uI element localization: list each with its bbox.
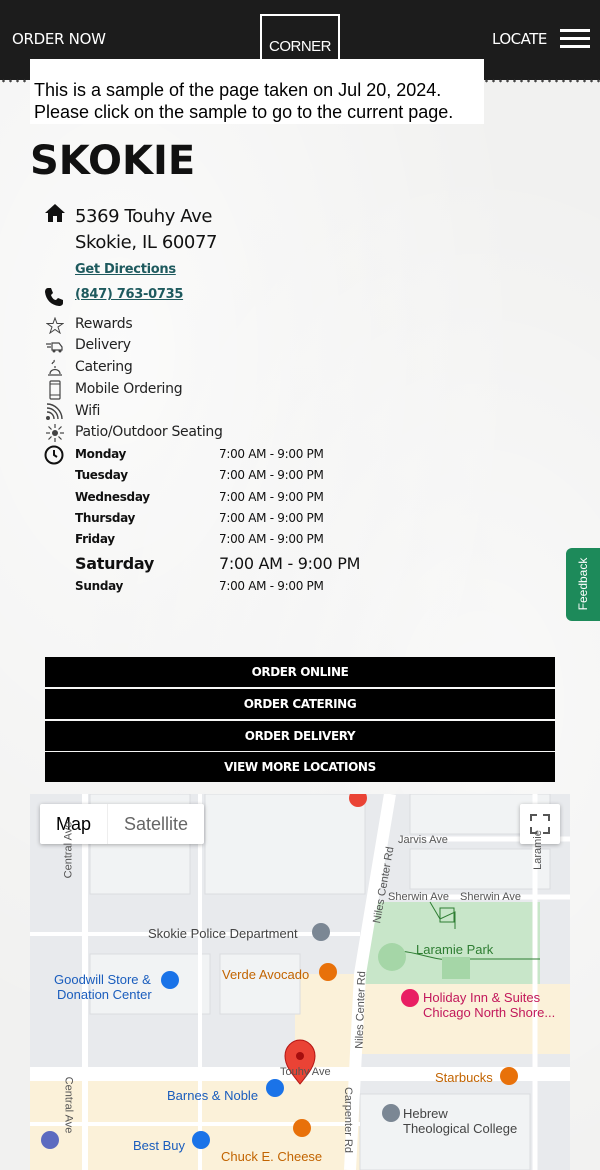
place-label: Starbucks xyxy=(435,1070,493,1085)
hours-time-monday: 7:00 AM - 9:00 PM xyxy=(219,447,324,461)
street-label: Jarvis Ave xyxy=(398,834,448,846)
hours-day-friday: Friday xyxy=(75,532,115,546)
place-label: Skokie Police Department xyxy=(148,926,298,941)
address-line-1: 5369 Touhy Ave xyxy=(75,206,213,227)
home-icon xyxy=(45,204,65,222)
place-label: Goodwill Store & xyxy=(54,972,151,987)
wifi-icon xyxy=(46,403,63,420)
order-delivery-button[interactable]: ORDER DELIVERY xyxy=(45,721,555,751)
hours-day-monday: Monday xyxy=(75,447,127,461)
clock-icon xyxy=(44,445,64,465)
place-label: Laramie Park xyxy=(416,942,494,957)
page-title: SKOKIE xyxy=(30,138,196,184)
notice-line-1: This is a sample of the page taken on Ju… xyxy=(34,80,442,100)
place-label: Verde Avocado xyxy=(222,967,310,982)
hours-day-wednesday: Wednesday xyxy=(75,490,150,504)
get-directions-link[interactable]: Get Directions xyxy=(75,262,176,277)
amenity-delivery: Delivery xyxy=(75,337,131,353)
phone-link[interactable]: (847) 763-0735 xyxy=(75,287,183,302)
street-label: Central Ave xyxy=(62,1076,75,1134)
order-catering-button[interactable]: ORDER CATERING xyxy=(45,689,555,719)
hours-day-sunday: Sunday xyxy=(75,579,124,593)
place-label: Chicago North Shore... xyxy=(423,1005,556,1020)
street-label: Touhy Ave xyxy=(280,1066,331,1078)
place-label: Chuck E. Cheese xyxy=(221,1149,323,1164)
amenity-catering: Catering xyxy=(75,359,133,375)
feedback-tab[interactable]: Feedback xyxy=(566,548,600,621)
hours-day-tuesday: Tuesday xyxy=(75,468,128,482)
satellite-tab[interactable]: Satellite xyxy=(107,804,204,844)
star-icon xyxy=(46,317,64,334)
street-label: Laramie xyxy=(531,830,544,870)
phone-icon xyxy=(45,288,63,306)
place-label: Donation Center xyxy=(57,987,152,1002)
hours-time-tuesday: 7:00 AM - 9:00 PM xyxy=(219,468,324,482)
amenity-patio: Patio/Outdoor Seating xyxy=(75,424,223,440)
place-label: Holiday Inn & Suites xyxy=(423,990,541,1005)
logo-text: CORNER xyxy=(268,38,332,55)
order-now-link[interactable]: ORDER NOW xyxy=(12,30,106,48)
place-label: Hebrew xyxy=(403,1106,448,1121)
locate-link[interactable]: LOCATE xyxy=(492,30,547,48)
catering-icon xyxy=(48,359,62,376)
sun-icon xyxy=(46,424,64,442)
feedback-label: Feedback xyxy=(576,557,590,611)
street-label: Sherwin Ave xyxy=(460,891,521,903)
mobile-icon xyxy=(49,380,61,400)
view-more-locations-button[interactable]: VIEW MORE LOCATIONS xyxy=(45,752,555,782)
hours-time-saturday: 7:00 AM - 9:00 PM xyxy=(219,554,361,573)
hours-day-saturday: Saturday xyxy=(75,554,155,573)
amenity-wifi: Wifi xyxy=(75,403,101,419)
hours-time-thursday: 7:00 AM - 9:00 PM xyxy=(219,511,324,525)
order-online-button[interactable]: ORDER ONLINE xyxy=(45,657,555,687)
place-label: Barnes & Noble xyxy=(167,1088,259,1103)
place-label: Theological College xyxy=(403,1121,518,1136)
street-label: Sherwin Ave xyxy=(388,891,449,903)
hours-time-friday: 7:00 AM - 9:00 PM xyxy=(219,532,324,546)
place-label: Best Buy xyxy=(133,1138,186,1153)
hours-time-wednesday: 7:00 AM - 9:00 PM xyxy=(219,490,324,504)
street-label: Central Ave xyxy=(62,821,75,879)
amenity-rewards: Rewards xyxy=(75,316,133,332)
location-map[interactable]: Map Satellite Jarvis Ave Sherwin Ave She… xyxy=(30,794,570,1170)
address-line-2: Skokie, IL 60077 xyxy=(75,232,218,253)
hamburger-menu-icon[interactable] xyxy=(560,29,590,49)
amenity-mobile-ordering: Mobile Ordering xyxy=(75,381,183,397)
archive-notice[interactable]: This is a sample of the page taken on Ju… xyxy=(30,59,484,124)
delivery-icon xyxy=(46,342,63,353)
hours-time-sunday: 7:00 AM - 9:00 PM xyxy=(219,579,324,593)
street-label: Carpenter Rd xyxy=(342,1086,355,1154)
notice-line-2: Please click on the sample to go to the … xyxy=(34,102,454,122)
hours-day-thursday: Thursday xyxy=(75,511,136,525)
